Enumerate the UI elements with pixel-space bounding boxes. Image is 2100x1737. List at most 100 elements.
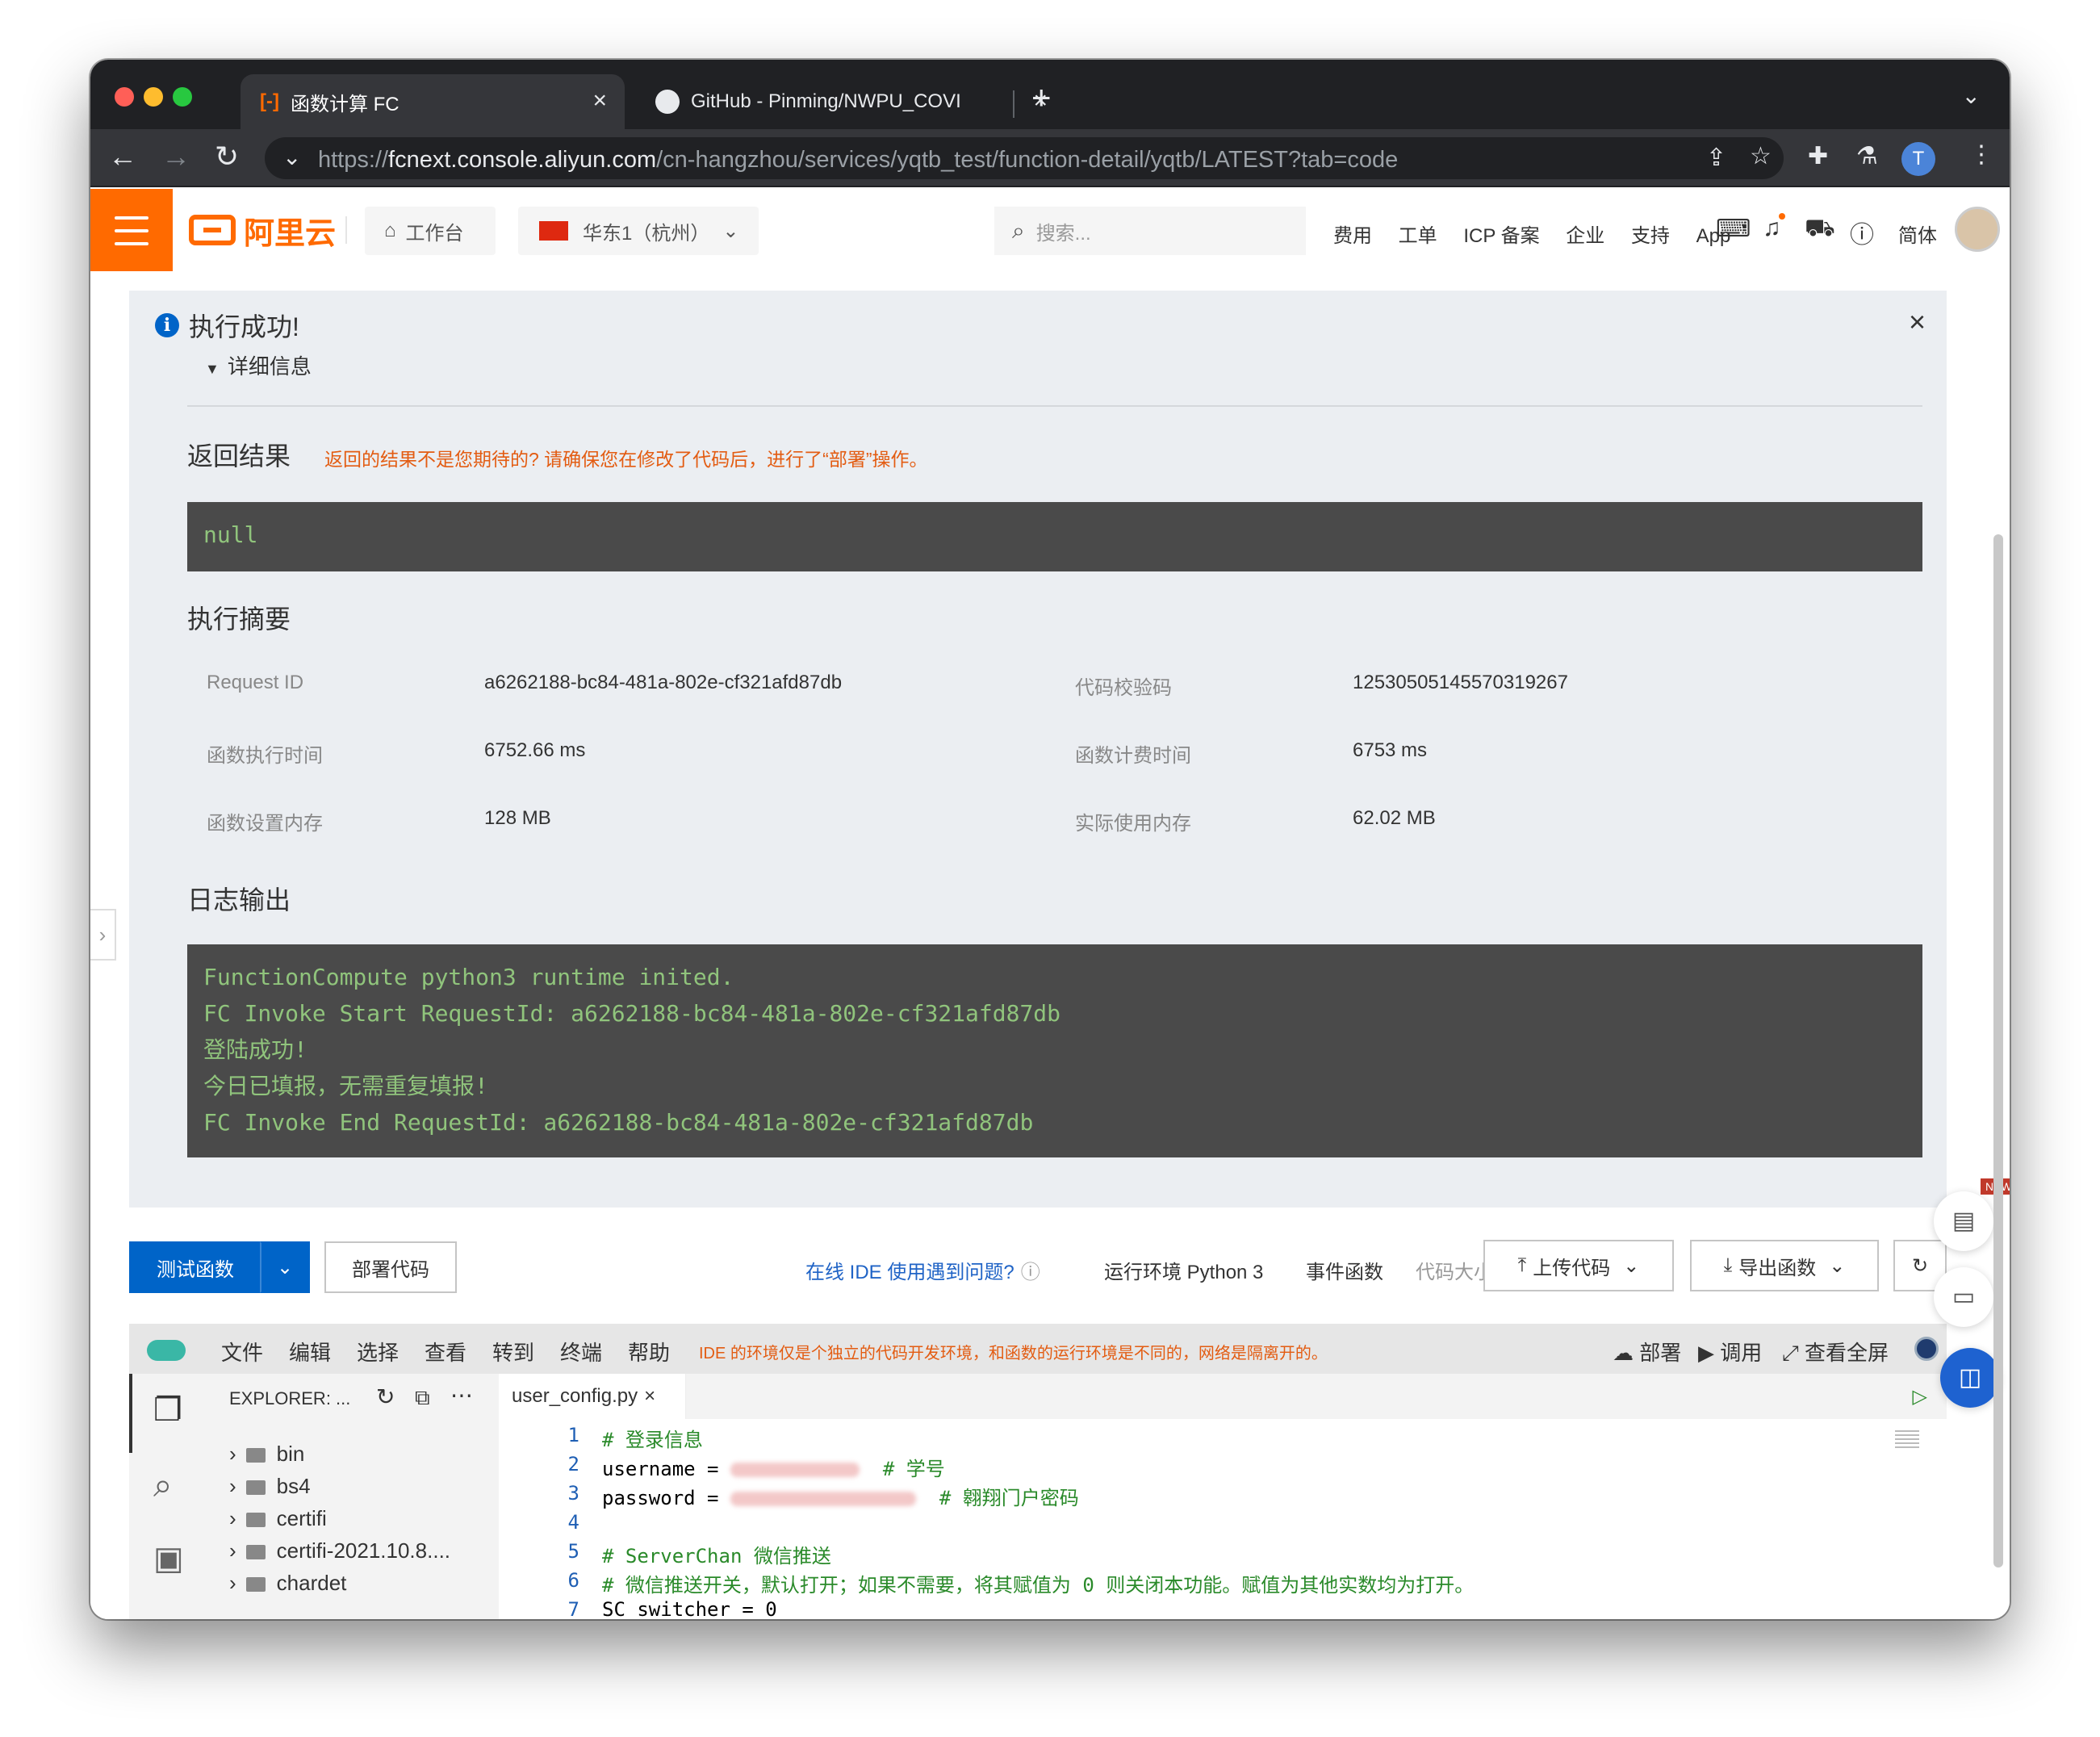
result-panel: i 执行成功! × ▼ 详细信息 返回结果 返回的结果不是您期待的? 请确保您在修… — [129, 291, 1947, 1208]
collapse-all-icon[interactable]: ⧉ — [415, 1385, 430, 1411]
search-icon[interactable]: ⌕ — [153, 1466, 173, 1505]
aliyun-logo[interactable]: 阿里云 — [189, 207, 336, 253]
tree-folder-bin[interactable]: › bin — [229, 1442, 304, 1467]
code-editor[interactable]: user_config.py × ▷ 1 # 登录信息 2 username = … — [499, 1374, 1947, 1619]
tree-folder-bs4[interactable]: › bs4 — [229, 1474, 311, 1499]
close-tab-icon[interactable]: × — [592, 89, 607, 113]
header-link-icp[interactable]: ICP 备案 — [1463, 225, 1539, 247]
zoom-window-button[interactable] — [173, 87, 192, 107]
chevron-down-icon: ⌄ — [276, 1256, 294, 1279]
info-icon: i — [155, 313, 179, 337]
summary-label-request-id: Request ID — [207, 672, 304, 693]
ide-menu-view[interactable]: 查看 — [425, 1337, 466, 1367]
new-tab-icon[interactable]: + — [1031, 81, 1052, 115]
ide-deploy-button[interactable]: ☁ 部署 — [1613, 1337, 1681, 1367]
folder-icon — [245, 1545, 266, 1560]
extensions-icon[interactable]: ▣ — [153, 1540, 184, 1577]
minimize-window-button[interactable] — [144, 87, 163, 107]
site-info-icon[interactable]: ⌄ — [282, 144, 301, 170]
return-warning: 返回的结果不是您期待的? 请确保您在修改了代码后，进行了“部署”操作。 — [324, 449, 928, 470]
help-icon[interactable]: ⓘ — [1850, 215, 1874, 250]
more-actions-icon[interactable]: ⋯ — [450, 1382, 473, 1408]
ide-menu-goto[interactable]: 转到 — [492, 1337, 534, 1367]
sidebar-expand-handle[interactable]: › — [90, 909, 116, 961]
share-icon[interactable]: ⇪ — [1706, 144, 1726, 172]
workbench-button[interactable]: ⌂ 工作台 — [365, 207, 496, 255]
deploy-code-button[interactable]: 部署代码 — [324, 1241, 457, 1293]
download-icon: ⤓ — [1723, 1254, 1733, 1276]
tree-folder-certifi-dist[interactable]: › certifi-2021.10.8.... — [229, 1538, 450, 1563]
apps-float-button[interactable]: ◫ — [1940, 1348, 2000, 1408]
tree-folder-chardet[interactable]: › chardet — [229, 1571, 346, 1596]
header-link-enterprise[interactable]: 企业 — [1566, 225, 1604, 247]
redacted-value — [730, 1492, 916, 1506]
header-link-fee[interactable]: 费用 — [1333, 225, 1372, 247]
aliyun-logo-mark — [189, 215, 236, 245]
run-icon[interactable]: ▷ — [1913, 1385, 1927, 1408]
header-link-support[interactable]: 支持 — [1631, 225, 1670, 247]
more-menu-icon[interactable]: ⋮ — [1969, 140, 1993, 169]
export-function-button[interactable]: ⤓ 导出函数 ⌄ — [1690, 1240, 1879, 1291]
folder-icon — [245, 1448, 266, 1463]
browser-window: [-] 函数计算 FC × GitHub - Pinming/NWPU_COVI… — [90, 60, 2010, 1619]
line-number: 7 — [567, 1598, 579, 1619]
ide-account-icon[interactable] — [1914, 1337, 1939, 1361]
forward-icon[interactable]: → — [161, 140, 190, 173]
minimap — [1895, 1430, 1919, 1450]
detail-toggle[interactable]: ▼ 详细信息 — [205, 350, 312, 380]
notification-bell-icon[interactable]: ♫ — [1763, 215, 1781, 242]
close-icon[interactable]: × — [1909, 305, 1926, 339]
editor-tab[interactable]: user_config.py × — [499, 1374, 686, 1419]
ide-fullscreen-button[interactable]: ⤢ 查看全屏 — [1782, 1337, 1889, 1367]
log-heading: 日志输出 — [187, 885, 291, 915]
profile-avatar[interactable]: T — [1901, 142, 1935, 176]
summary-value-checksum: 12530505145570319267 — [1353, 672, 1568, 693]
url-text: https://fcnext.console.aliyun.com/cn-han… — [318, 147, 1399, 173]
upload-code-button[interactable]: ⤒ 上传代码 ⌄ — [1483, 1240, 1674, 1291]
chevron-right-icon: › — [229, 1442, 236, 1466]
tab-title: 函数计算 FC — [290, 93, 400, 115]
search-input[interactable]: ⌕ 搜索... — [994, 207, 1306, 255]
ide-menu-file[interactable]: 文件 — [221, 1337, 263, 1367]
language-toggle[interactable]: 简体 — [1898, 220, 1937, 248]
address-bar[interactable]: ⌄ https://fcnext.console.aliyun.com/cn-h… — [265, 137, 1784, 179]
ide-menu-edit[interactable]: 编辑 — [289, 1337, 331, 1367]
action-bar: 测试函数 ⌄ 部署代码 在线 IDE 使用遇到问题? ⓘ 运行环境 Python … — [129, 1240, 1947, 1296]
files-icon[interactable]: ❐ — [153, 1392, 182, 1429]
feedback-float-button[interactable]: ▭ — [1934, 1267, 1993, 1327]
tab-fc[interactable]: [-] 函数计算 FC × — [241, 74, 625, 129]
folder-icon — [245, 1513, 266, 1528]
reload-icon[interactable]: ↻ — [215, 140, 239, 173]
extensions-icon[interactable]: ✚ — [1808, 142, 1828, 170]
header-link-ticket[interactable]: 工单 — [1399, 225, 1437, 247]
cart-icon[interactable]: ⛟ — [1805, 215, 1835, 245]
refresh-explorer-icon[interactable]: ↻ — [376, 1383, 395, 1410]
log-line: 今日已填报，无需重复填报! — [203, 1073, 488, 1099]
log-line: FC Invoke Start RequestId: a6262188-bc84… — [203, 1000, 1061, 1027]
user-avatar[interactable] — [1955, 207, 2000, 252]
tree-folder-certifi[interactable]: › certifi — [229, 1506, 327, 1531]
ide-env-note: IDE 的环境仅是个独立的代码开发环境，和函数的运行环境是不同的，网络是隔离开的… — [699, 1345, 1328, 1362]
book-icon: ▤ — [1951, 1208, 1976, 1234]
return-value: null — [203, 521, 258, 548]
ide-invoke-button[interactable]: ▶ 调用 — [1698, 1337, 1762, 1367]
ide-help-link[interactable]: 在线 IDE 使用遇到问题? ⓘ — [805, 1256, 1040, 1284]
ide-menu-help[interactable]: 帮助 — [628, 1337, 670, 1367]
ide-menu-terminal[interactable]: 终端 — [560, 1337, 602, 1367]
close-icon[interactable]: × — [644, 1385, 655, 1407]
page-scrollbar[interactable] — [1993, 534, 2003, 1567]
region-selector[interactable]: 华东1（杭州） ⌄ — [518, 207, 759, 255]
line-number: 5 — [567, 1540, 579, 1563]
test-dropdown-button[interactable]: ⌄ — [260, 1241, 310, 1293]
labs-flask-icon[interactable]: ⚗ — [1856, 142, 1878, 170]
cloud-shell-icon[interactable]: ⌨ — [1716, 215, 1751, 243]
back-icon[interactable]: ← — [108, 140, 137, 173]
docs-float-button[interactable]: ▤ — [1934, 1191, 1993, 1251]
hamburger-menu-icon[interactable] — [90, 189, 173, 271]
ide-menu-select[interactable]: 选择 — [357, 1337, 399, 1367]
close-window-button[interactable] — [115, 87, 134, 107]
chevron-down-icon[interactable]: ⌄ — [1962, 82, 1981, 109]
bookmark-star-icon[interactable]: ☆ — [1750, 142, 1772, 170]
tab-github[interactable]: GitHub - Pinming/NWPU_COVI × — [636, 74, 1096, 129]
play-icon: ▶ — [1698, 1341, 1714, 1365]
